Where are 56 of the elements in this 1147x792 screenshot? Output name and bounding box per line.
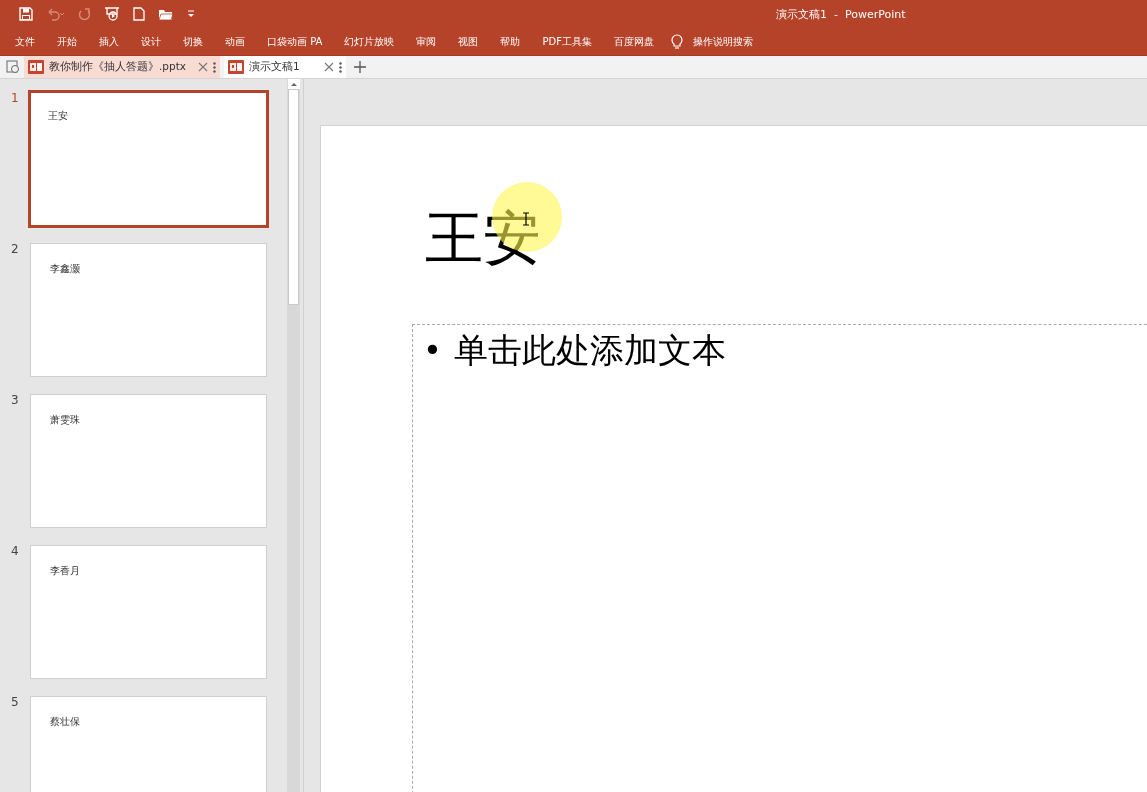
powerpoint-icon — [28, 60, 44, 74]
slide-title: 李香月 — [50, 565, 80, 576]
document-tab[interactable]: 演示文稿1 — [224, 56, 346, 78]
slide-number: 2 — [10, 243, 20, 258]
ribbon-tab[interactable]: 口袋动画 PA — [256, 28, 334, 55]
scroll-up-icon[interactable] — [287, 79, 300, 89]
ribbon-tab[interactable]: PDF工具集 — [531, 28, 603, 55]
bullet: • — [423, 330, 442, 371]
slide-title: 蔡壮保 — [50, 716, 80, 727]
folder-icon[interactable] — [158, 7, 174, 21]
ribbon-tab[interactable]: 视图 — [447, 28, 490, 55]
close-icon[interactable] — [198, 62, 208, 72]
slide-title-text[interactable]: 王安 — [425, 204, 541, 272]
ribbon-tab[interactable]: 幻灯片放映 — [333, 28, 406, 55]
content-placeholder[interactable]: • 单击此处添加文本 — [412, 324, 1147, 792]
lightbulb-icon — [670, 33, 683, 50]
ribbon-tab[interactable]: 文件 — [4, 28, 46, 55]
slide-thumbnail[interactable]: 王安 — [28, 90, 269, 228]
slide-thumbnail[interactable]: 李鑫灏 — [30, 243, 267, 377]
slide-number: 4 — [10, 545, 20, 560]
slide-thumbnail[interactable]: 萧雯珠 — [30, 394, 267, 528]
tab-label: 演示文稿1 — [249, 60, 300, 74]
close-icon[interactable] — [324, 62, 334, 72]
customize-icon[interactable] — [187, 9, 195, 19]
add-tab-icon[interactable] — [354, 61, 366, 73]
scrollbar[interactable] — [287, 79, 300, 792]
ribbon-tab[interactable]: 切换 — [172, 28, 214, 55]
scroll-thumb[interactable] — [288, 89, 299, 305]
ribbon-tab[interactable]: 百度网盘 — [602, 28, 665, 55]
slide-thumbnail[interactable]: 蔡壮保 — [30, 696, 267, 792]
slide-title: 萧雯珠 — [50, 414, 80, 425]
more-icon[interactable] — [339, 61, 342, 73]
placeholder-text: 单击此处添加文本 — [453, 329, 726, 371]
slide-number: 3 — [10, 394, 20, 409]
tab-manager-icon[interactable] — [6, 60, 20, 74]
ribbon-tab[interactable]: 设计 — [130, 28, 172, 55]
slide-thumbnail[interactable]: 李香月 — [30, 545, 267, 679]
slide-number: 5 — [10, 696, 20, 711]
slide-number: 1 — [10, 92, 20, 107]
tell-me-search-field[interactable]: 操作说明搜索 — [690, 35, 815, 48]
text-cursor-icon — [522, 212, 530, 226]
powerpoint-icon — [228, 60, 244, 74]
ribbon-tab[interactable]: 插入 — [88, 28, 130, 55]
new-file-icon[interactable] — [133, 7, 145, 21]
ribbon-tab[interactable]: 审阅 — [405, 28, 448, 55]
slide-title: 李鑫灏 — [50, 263, 80, 274]
save-icon[interactable] — [19, 7, 33, 21]
ribbon-tab[interactable]: 帮助 — [489, 28, 532, 55]
slideshow-icon[interactable] — [104, 6, 120, 22]
document-tab[interactable]: 教你制作《抽人答题》.pptx — [24, 56, 220, 78]
tab-label: 教你制作《抽人答题》.pptx — [49, 60, 186, 74]
more-icon[interactable] — [213, 61, 216, 73]
ribbon-tab[interactable]: 开始 — [46, 28, 88, 55]
ribbon-tab[interactable]: 动画 — [214, 28, 256, 55]
window-title: 演示文稿1 - PowerPoint — [776, 7, 906, 22]
slide-title: 王安 — [48, 110, 68, 121]
